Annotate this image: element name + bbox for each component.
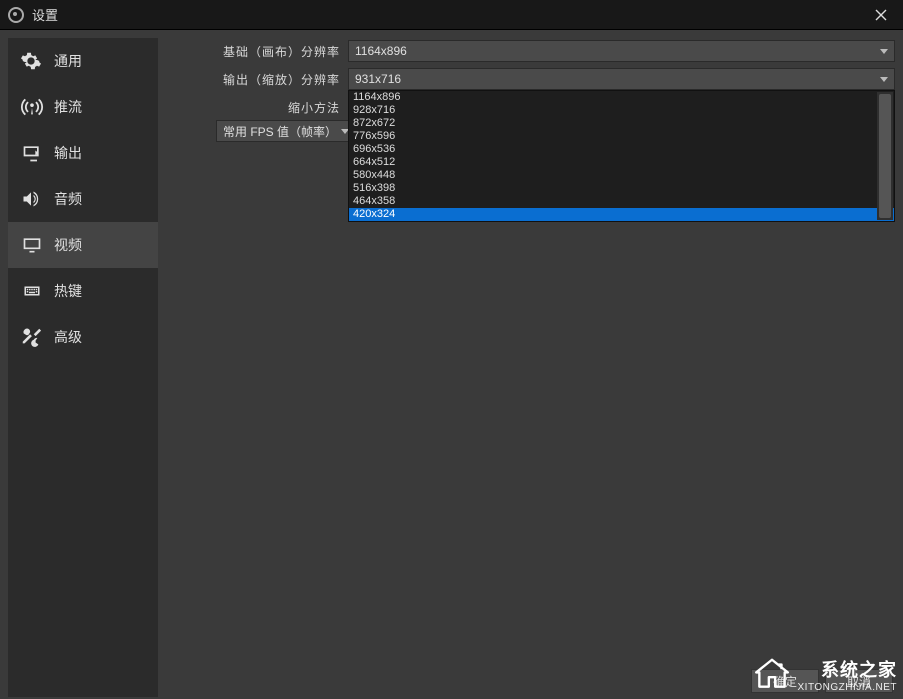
dropdown-option[interactable]: 1164x896 — [349, 91, 894, 104]
fps-combo[interactable]: 常用 FPS 值（帧率） — [216, 120, 356, 142]
output-resolution-value: 931x716 — [355, 72, 880, 86]
sidebar: 通用 推流 输出 音频 视频 — [8, 38, 158, 697]
dropdown-scrollbar[interactable] — [877, 92, 893, 220]
row-output-resolution: 输出（缩放）分辨率 931x716 — [168, 66, 895, 92]
sidebar-item-label: 热键 — [54, 281, 82, 301]
scale-method-label: 缩小方法 — [168, 99, 348, 116]
fps-label: 常用 FPS 值（帧率） — [223, 123, 341, 140]
sidebar-item-label: 视频 — [54, 235, 82, 255]
sidebar-item-output[interactable]: 输出 — [8, 130, 158, 176]
dropdown-option[interactable]: 516x398 — [349, 182, 894, 195]
dropdown-option[interactable]: 928x716 — [349, 104, 894, 117]
output-resolution-label: 输出（缩放）分辨率 — [168, 71, 348, 88]
sidebar-item-video[interactable]: 视频 — [8, 222, 158, 268]
sidebar-item-stream[interactable]: 推流 — [8, 84, 158, 130]
cancel-button[interactable]: 取消 — [825, 669, 893, 693]
dropdown-option[interactable]: 664x512 — [349, 156, 894, 169]
sidebar-item-label: 高级 — [54, 327, 82, 347]
base-resolution-value: 1164x896 — [355, 44, 880, 58]
broadcast-icon — [20, 95, 50, 119]
sidebar-item-label: 通用 — [54, 51, 82, 71]
dropdown-option[interactable]: 696x536 — [349, 143, 894, 156]
dropdown-scrollbar-thumb[interactable] — [879, 94, 891, 218]
monitor-icon — [20, 233, 50, 257]
base-resolution-label: 基础（画布）分辨率 — [168, 43, 348, 60]
speaker-icon — [20, 187, 50, 211]
close-button[interactable] — [867, 3, 895, 27]
dropdown-option[interactable]: 872x672 — [349, 117, 894, 130]
dropdown-option[interactable]: 580x448 — [349, 169, 894, 182]
output-resolution-combo[interactable]: 931x716 — [348, 68, 895, 90]
ok-button[interactable]: 确定 — [751, 669, 819, 693]
sidebar-item-hotkeys[interactable]: 热键 — [8, 268, 158, 314]
sidebar-item-label: 音频 — [54, 189, 82, 209]
sidebar-item-label: 推流 — [54, 97, 82, 117]
window-title: 设置 — [32, 5, 867, 24]
sidebar-item-audio[interactable]: 音频 — [8, 176, 158, 222]
sidebar-item-general[interactable]: 通用 — [8, 38, 158, 84]
window-body: 通用 推流 输出 音频 视频 — [0, 30, 903, 699]
row-base-resolution: 基础（画布）分辨率 1164x896 — [168, 38, 895, 64]
base-resolution-combo[interactable]: 1164x896 — [348, 40, 895, 62]
sidebar-item-label: 输出 — [54, 143, 82, 163]
bottom-bar: 确定 取消 — [745, 669, 893, 693]
gear-icon — [20, 49, 50, 73]
sidebar-item-advanced[interactable]: 高级 — [8, 314, 158, 360]
chevron-down-icon — [880, 49, 888, 54]
dropdown-option[interactable]: 464x358 — [349, 195, 894, 208]
main-area: 基础（画布）分辨率 1164x896 输出（缩放）分辨率 931x716 缩小方… — [158, 38, 895, 697]
app-icon — [8, 7, 24, 23]
dropdown-option[interactable]: 420x324 — [349, 208, 894, 221]
tools-icon — [20, 325, 50, 349]
output-icon — [20, 141, 50, 165]
dropdown-option[interactable]: 776x596 — [349, 130, 894, 143]
title-bar: 设置 — [0, 0, 903, 30]
chevron-down-icon — [880, 77, 888, 82]
keyboard-icon — [20, 279, 50, 303]
resolution-dropdown[interactable]: 1164x896928x716872x672776x596696x536664x… — [348, 90, 895, 222]
